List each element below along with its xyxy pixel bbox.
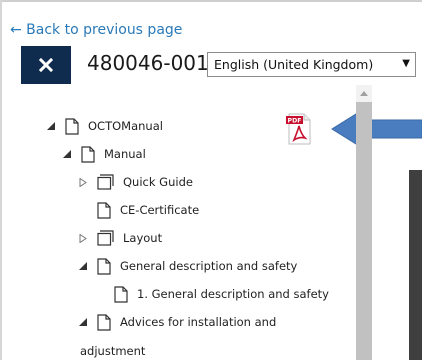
tree-item-label: 1. General description and safety — [137, 287, 329, 301]
back-to-previous-page-link[interactable]: ← Back to previous page — [10, 22, 182, 38]
tree-item-label: Layout — [123, 231, 163, 245]
document-preview-panel — [409, 170, 422, 360]
tree-item-quick-guide[interactable]: Quick Guide — [78, 171, 193, 193]
collapsed-triangle-icon[interactable] — [78, 233, 88, 243]
tree-item-manual[interactable]: Manual — [62, 143, 146, 165]
document-icon — [114, 285, 128, 303]
document-icon — [65, 117, 79, 135]
tree-item-octomanual[interactable]: OCTOManual — [46, 115, 163, 137]
document-icon — [97, 313, 111, 331]
document-icon — [81, 145, 95, 163]
pdf-badge-text: PDF — [288, 118, 302, 125]
tree-item-label: CE-Certificate — [120, 203, 200, 217]
expanded-triangle-icon[interactable] — [78, 317, 88, 327]
top-border — [0, 0, 422, 2]
folder-stack-icon — [97, 230, 114, 246]
tree-item-label: Advices for installation and — [120, 315, 277, 329]
tree-item-ce-certificate[interactable]: CE-Certificate — [97, 199, 199, 221]
tree-item-advices-for-installation[interactable]: Advices for installation and — [78, 311, 276, 333]
chevron-down-icon: ▼ — [402, 58, 410, 69]
tree-item-label: OCTOManual — [88, 119, 163, 133]
document-icon — [97, 257, 111, 275]
scroll-up-icon[interactable] — [356, 85, 372, 101]
manual-viewer: ← Back to previous page 480046-001 Engli… — [0, 0, 422, 360]
close-icon — [39, 58, 53, 72]
tree-item-layout[interactable]: Layout — [78, 227, 162, 249]
close-button[interactable] — [21, 46, 71, 84]
tree-item-general-description-and-safety[interactable]: General description and safety — [78, 255, 297, 277]
left-border — [0, 0, 2, 360]
language-select-value: English (United Kingdom) — [214, 57, 374, 72]
tree-item-label: Quick Guide — [123, 175, 193, 189]
scrollbar-thumb[interactable] — [356, 102, 372, 360]
document-icon — [97, 201, 111, 219]
tree-scrollbar[interactable] — [356, 85, 372, 360]
language-select[interactable]: English (United Kingdom) ▼ — [207, 52, 416, 77]
arrow-left-icon — [331, 108, 422, 150]
expanded-triangle-icon[interactable] — [78, 261, 88, 271]
tree-item-label: General description and safety — [120, 259, 298, 273]
tree-item-label: Manual — [104, 147, 146, 161]
collapsed-triangle-icon[interactable] — [78, 177, 88, 187]
tree-item-label-continued: adjustment — [80, 344, 146, 358]
pdf-icon[interactable]: PDF — [286, 113, 312, 145]
expanded-triangle-icon[interactable] — [62, 149, 72, 159]
expanded-triangle-icon[interactable] — [46, 121, 56, 131]
tree-item-1-general-description-and-safety[interactable]: 1. General description and safety — [114, 283, 329, 305]
folder-stack-icon — [97, 174, 114, 190]
document-number: 480046-001 — [87, 51, 209, 75]
